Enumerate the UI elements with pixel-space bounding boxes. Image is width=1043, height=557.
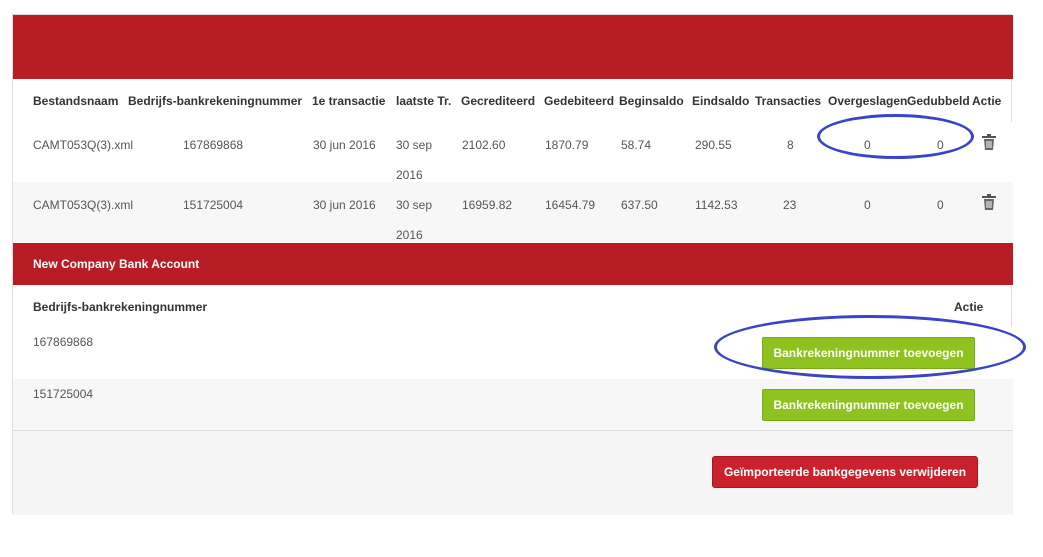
cell-skipped: 0: [864, 198, 871, 212]
trash-icon[interactable]: [982, 194, 996, 210]
account-number: 151725004: [33, 387, 94, 401]
cell-begin-balance: 637.50: [621, 198, 658, 212]
cell-account: 151725004: [183, 198, 244, 212]
cell-filename: CAMT053Q(3).xml: [33, 138, 134, 152]
new-account-section-header: New Company Bank Account: [13, 243, 1013, 285]
cell-end-balance: 290.55: [695, 138, 732, 152]
col-header-first-transaction: 1e transactie: [312, 94, 386, 108]
cell-begin-balance: 58.74: [621, 138, 652, 152]
col-header-account: Bedrijfs-bankrekeningnummer: [128, 94, 303, 108]
col-header-end-balance: Eindsaldo: [692, 94, 750, 108]
cell-duplicated: 0: [937, 138, 944, 152]
col-header-filename: Bestandsnaam: [33, 94, 119, 108]
cell-credited: 16959.82: [462, 198, 513, 212]
table-row: CAMT053Q(3).xml 151725004 30 jun 2016 30…: [13, 182, 1013, 242]
cell-first-transaction: 30 jun 2016: [313, 198, 376, 212]
col-header-last-transaction: laatste Tr.: [396, 94, 452, 108]
cell-transactions: 8: [787, 138, 794, 152]
account-number: 167869868: [33, 335, 94, 349]
list-item: 167869868 Bankrekeningnummer toevoegen: [13, 327, 1013, 379]
import-table-header: Bestandsnaam Bedrijfs-bankrekeningnummer…: [13, 87, 1013, 115]
panel-header-bar: [13, 15, 1013, 79]
cell-credited: 2102.60: [462, 138, 506, 152]
cell-skipped: 0: [864, 138, 871, 152]
account-table-header: Bedrijfs-bankrekeningnummer Actie: [13, 287, 1013, 327]
cell-duplicated: 0: [937, 198, 944, 212]
delete-imported-data-button[interactable]: Geïmporteerde bankgegevens verwijderen: [712, 456, 978, 488]
cell-last-transaction: 30 sep 2016: [396, 138, 433, 182]
list-item: 151725004 Bankrekeningnummer toevoegen: [13, 379, 1013, 431]
cell-transactions: 23: [783, 198, 797, 212]
cell-debited: 1870.79: [545, 138, 589, 152]
import-panel: Bestandsnaam Bedrijfs-bankrekeningnummer…: [12, 14, 1013, 515]
cell-first-transaction: 30 jun 2016: [313, 138, 376, 152]
trash-icon[interactable]: [982, 134, 996, 150]
cell-debited: 16454.79: [545, 198, 596, 212]
table-row: CAMT053Q(3).xml 167869868 30 jun 2016 30…: [13, 122, 1013, 182]
col-header-action: Actie: [972, 94, 1002, 108]
col-header-skipped: Overgeslagen: [828, 94, 908, 108]
section-title: New Company Bank Account: [33, 257, 200, 271]
col-header-action: Actie: [954, 300, 984, 314]
cell-last-transaction: 30 sep 2016: [396, 198, 433, 242]
cell-account: 167869868: [183, 138, 244, 152]
add-account-button[interactable]: Bankrekeningnummer toevoegen: [762, 337, 975, 369]
col-header-transactions: Transacties: [755, 94, 822, 108]
col-header-begin-balance: Beginsaldo: [619, 94, 684, 108]
add-account-button[interactable]: Bankrekeningnummer toevoegen: [762, 389, 975, 421]
col-header-account: Bedrijfs-bankrekeningnummer: [33, 300, 208, 314]
col-header-credited: Gecrediteerd: [461, 94, 536, 108]
col-header-duplicated: Gedubbeld: [907, 94, 970, 108]
cell-end-balance: 1142.53: [695, 198, 738, 212]
col-header-debited: Gedebiteerd: [544, 94, 615, 108]
cell-filename: CAMT053Q(3).xml: [33, 198, 134, 212]
